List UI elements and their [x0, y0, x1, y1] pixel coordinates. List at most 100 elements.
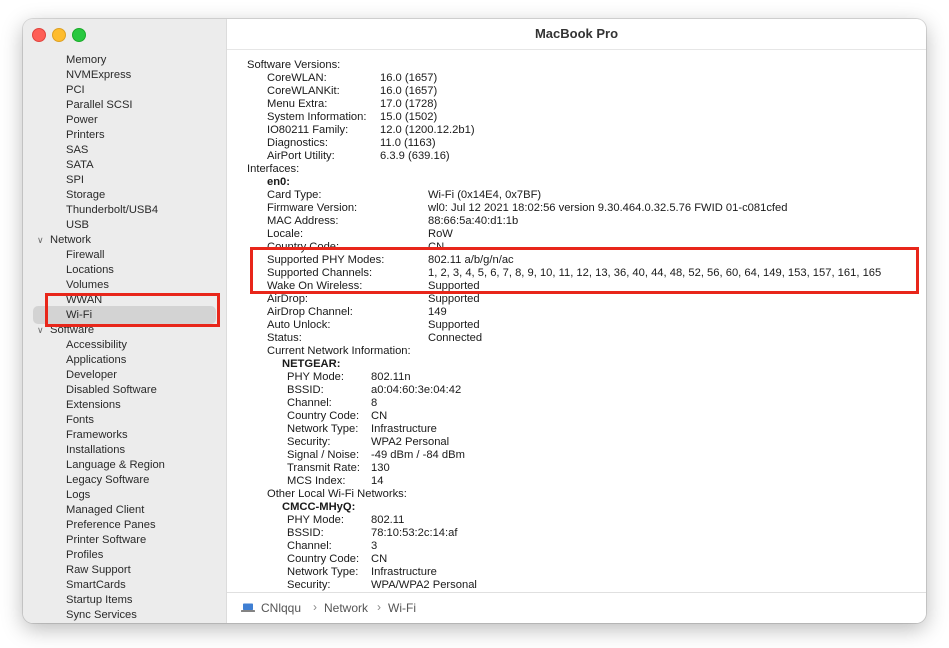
sidebar-item-label: Profiles [66, 549, 104, 561]
sidebar-item-frameworks[interactable]: Frameworks [23, 428, 226, 443]
sidebar-item-label: Volumes [66, 279, 109, 291]
sidebar-item-label: Applications [66, 354, 127, 366]
info-key: Security: [287, 436, 331, 448]
sidebar-item-developer[interactable]: Developer [23, 368, 226, 383]
info-value: 130 [371, 462, 390, 474]
sidebar-item-installations[interactable]: Installations [23, 443, 226, 458]
sidebar-item-thunderbolt-usb4[interactable]: Thunderbolt/USB4 [23, 203, 226, 218]
sidebar-item-usb[interactable]: USB [23, 218, 226, 233]
info-key: Channel: [287, 540, 332, 552]
wifi-highlight-box [45, 293, 220, 327]
info-key: CoreWLANKit: [267, 85, 340, 97]
sidebar-item-legacy-software[interactable]: Legacy Software [23, 473, 226, 488]
breadcrumb-wifi[interactable]: Wi-Fi [388, 601, 416, 615]
sidebar-item-disabled-software[interactable]: Disabled Software [23, 383, 226, 398]
info-key: CoreWLAN: [267, 72, 327, 84]
info-value: Infrastructure [371, 566, 437, 578]
sidebar-item-printers[interactable]: Printers [23, 128, 226, 143]
info-key: Menu Extra: [267, 98, 328, 110]
info-key: Channel: [287, 397, 332, 409]
info-value: RoW [428, 228, 453, 240]
zoom-window-button[interactable] [72, 28, 86, 42]
sidebar-item-label: PCI [66, 84, 85, 96]
sidebar-item-label: Network [50, 234, 92, 246]
info-key: Diagnostics: [267, 137, 328, 149]
sidebar-item-printer-software[interactable]: Printer Software [23, 533, 226, 548]
sidebar-item-fonts[interactable]: Fonts [23, 413, 226, 428]
sidebar-item-firewall[interactable]: Firewall [23, 248, 226, 263]
sidebar-item-smartcards[interactable]: SmartCards [23, 578, 226, 593]
sidebar-item-spi[interactable]: SPI [23, 173, 226, 188]
sidebar-item-sync-services[interactable]: Sync Services [23, 608, 226, 623]
sidebar-item-pci[interactable]: PCI [23, 83, 226, 98]
sidebar-item-label: Locations [66, 264, 114, 276]
info-value: a0:04:60:3e:04:42 [371, 384, 462, 396]
sidebar-item-label: Printer Software [66, 534, 147, 546]
info-key: BSSID: [287, 384, 324, 396]
sidebar-item-raw-support[interactable]: Raw Support [23, 563, 226, 578]
sidebar-item-sata[interactable]: SATA [23, 158, 226, 173]
info-key: AirPort Utility: [267, 150, 335, 162]
sidebar-item-storage[interactable]: Storage [23, 188, 226, 203]
info-value: Infrastructure [371, 423, 437, 435]
sidebar-item-startup-items[interactable]: Startup Items [23, 593, 226, 608]
sidebar-item-sas[interactable]: SAS [23, 143, 226, 158]
sidebar-item-profiles[interactable]: Profiles [23, 548, 226, 563]
info-key: System Information: [267, 111, 367, 123]
info-value: 16.0 (1657) [380, 72, 438, 84]
sidebar-item-memory[interactable]: Memory [23, 53, 226, 68]
sidebar-item-label: SmartCards [66, 579, 126, 591]
info-value: 6.3.9 (639.16) [380, 150, 450, 162]
info-key: PHY Mode: [287, 514, 345, 526]
chevron-down-icon[interactable]: ∨ [37, 323, 44, 338]
sidebar-item-label: Thunderbolt/USB4 [66, 204, 159, 216]
breadcrumb-computer[interactable]: CNlqqu [261, 601, 301, 615]
sidebar-item-label: Raw Support [66, 564, 131, 576]
close-window-button[interactable] [32, 28, 46, 42]
sidebar-item-preference-panes[interactable]: Preference Panes [23, 518, 226, 533]
system-information-window: Memory NVMExpress PCI Parallel SCSI Power Pri… [23, 19, 926, 623]
sidebar-item-logs[interactable]: Logs [23, 488, 226, 503]
info-key: Transmit Rate: [287, 462, 360, 474]
sidebar-item-volumes[interactable]: Volumes [23, 278, 226, 293]
sidebar-item-label: Fonts [66, 414, 94, 426]
sidebar-item-locations[interactable]: Locations [23, 263, 226, 278]
sidebar-item-applications[interactable]: Applications [23, 353, 226, 368]
sidebar-item-nvmexpress[interactable]: NVMExpress [23, 68, 226, 83]
sidebar-item-language-region[interactable]: Language & Region [23, 458, 226, 473]
info-key: Software Versions: [247, 59, 341, 71]
sidebar-item-parallel-scsi[interactable]: Parallel SCSI [23, 98, 226, 113]
sidebar-item-label: Parallel SCSI [66, 99, 133, 111]
info-value: 78:10:53:2c:14:af [371, 527, 458, 539]
info-value: 17.0 (1728) [380, 98, 438, 110]
info-value: CN [371, 553, 388, 565]
chevron-down-icon[interactable]: ∨ [37, 233, 44, 248]
info-value: 12.0 (1200.12.2b1) [380, 124, 475, 136]
sidebar-item-accessibility[interactable]: Accessibility [23, 338, 226, 353]
info-key: Interfaces: [247, 163, 300, 175]
info-key: BSSID: [287, 527, 324, 539]
sidebar-item-label: SAS [66, 144, 89, 156]
info-key: AirDrop Channel: [267, 306, 353, 318]
sidebar-item-network[interactable]: ∨ Network [23, 233, 226, 248]
info-key: MAC Address: [267, 215, 339, 227]
info-key: Firmware Version: [267, 202, 358, 214]
info-key: Status: [267, 332, 302, 344]
info-value: Wi-Fi (0x14E4, 0x7BF) [428, 189, 542, 201]
info-key: Signal / Noise: [287, 449, 360, 461]
info-key: IO80211 Family: [267, 124, 349, 136]
info-value: 802.11 [371, 514, 405, 526]
wifi-info-panel: Software Versions: CoreWLAN: 16.0 (1657) Co… [227, 50, 926, 592]
sidebar-item-label: Managed Client [66, 504, 145, 516]
sidebar-item-label: Memory [66, 54, 107, 66]
sidebar-item-extensions[interactable]: Extensions [23, 398, 226, 413]
info-key: Other Local Wi-Fi Networks: [267, 488, 407, 500]
breadcrumb-network[interactable]: Network [324, 601, 368, 615]
minimize-window-button[interactable] [52, 28, 66, 42]
sidebar-item-power[interactable]: Power [23, 113, 226, 128]
info-key: Locale: [267, 228, 304, 240]
sidebar-item-managed-client[interactable]: Managed Client [23, 503, 226, 518]
info-key: MCS Index: [287, 475, 346, 487]
sidebar-item-label: USB [66, 219, 90, 231]
info-key: CMCC-MHyQ: [282, 501, 356, 513]
